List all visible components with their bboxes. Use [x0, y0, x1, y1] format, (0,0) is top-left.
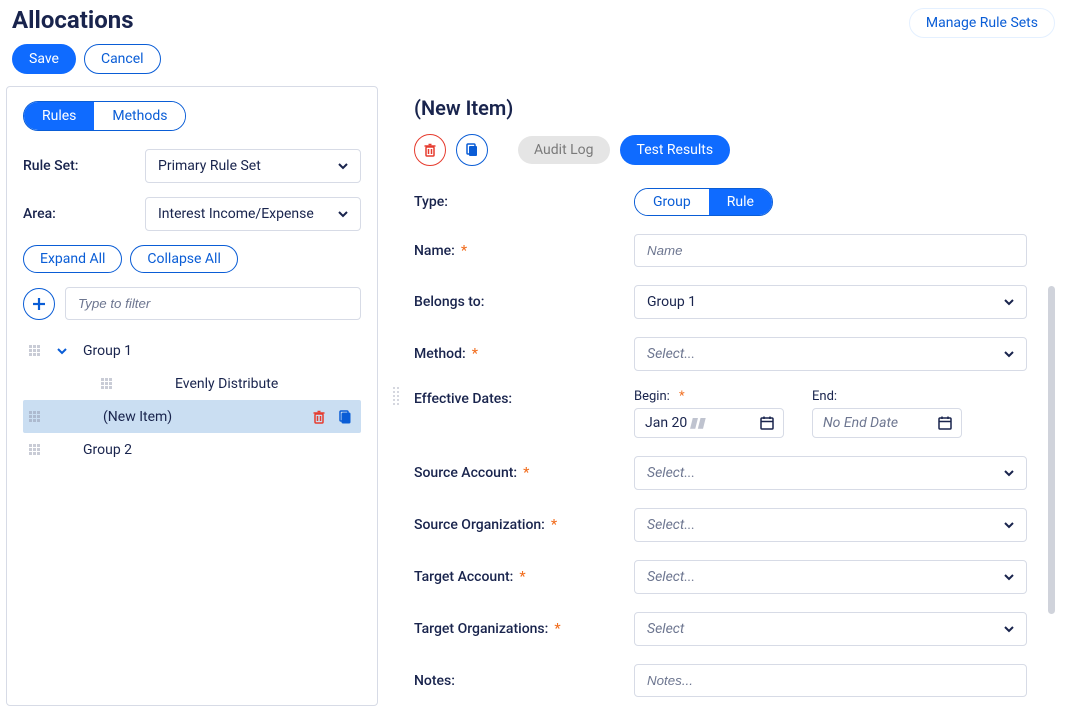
name-label: Name:* [414, 243, 634, 259]
belongs-to-select[interactable]: Group 1 [634, 285, 1027, 319]
detail-title: (New Item) [414, 96, 1067, 120]
chevron-down-icon [1002, 295, 1016, 309]
target-organizations-select[interactable]: Select [634, 612, 1027, 646]
calendar-icon [937, 415, 953, 431]
select-placeholder: Select... [647, 517, 695, 533]
scrollbar[interactable] [1048, 286, 1055, 614]
source-organization-select[interactable]: Select... [634, 508, 1027, 542]
area-value: Interest Income/Expense [158, 206, 314, 222]
required-marker: * [551, 517, 557, 533]
tree-label: Group 2 [83, 442, 132, 458]
chevron-down-icon [1002, 622, 1016, 636]
type-toggle: Group Rule [634, 188, 773, 216]
notes-input[interactable] [634, 664, 1027, 697]
rule-set-select[interactable]: Primary Rule Set [145, 149, 361, 183]
chevron-down-icon [1002, 518, 1016, 532]
collapse-toggle[interactable] [53, 345, 71, 357]
required-marker: * [554, 621, 560, 637]
target-organizations-label: Target Organizations:* [414, 621, 634, 637]
target-account-label: Target Account:* [414, 569, 634, 585]
tree-row-group2[interactable]: Group 2 [23, 433, 361, 466]
drag-handle-icon[interactable] [29, 345, 43, 356]
begin-date-value: Jan 20 [645, 415, 687, 431]
tree-row-evenly[interactable]: Evenly Distribute [23, 367, 361, 400]
target-account-select[interactable]: Select... [634, 560, 1027, 594]
end-date-placeholder: No End Date [823, 415, 898, 431]
chevron-down-icon [336, 207, 350, 221]
type-rule-option[interactable]: Rule [709, 189, 772, 215]
rule-set-value: Primary Rule Set [158, 158, 261, 174]
required-marker: * [472, 346, 478, 362]
tab-rules[interactable]: Rules [24, 102, 94, 130]
panel-splitter[interactable] [392, 86, 400, 706]
belongs-to-value: Group 1 [647, 294, 696, 310]
effective-dates-label: Effective Dates: [414, 389, 634, 407]
splitter-handle-icon [393, 387, 399, 405]
notes-label: Notes: [414, 673, 634, 689]
copy-button[interactable] [456, 134, 488, 166]
type-group-option[interactable]: Group [635, 189, 709, 215]
source-account-select[interactable]: Select... [634, 456, 1027, 490]
tree-label: Evenly Distribute [175, 376, 278, 392]
masked-chars: ▮▮ [689, 415, 704, 431]
trash-icon [422, 142, 438, 158]
end-date-input[interactable]: No End Date [812, 408, 962, 438]
type-label: Type: [414, 194, 634, 210]
add-rule-button[interactable] [23, 288, 55, 320]
audit-log-button[interactable]: Audit Log [518, 136, 610, 164]
tab-methods[interactable]: Methods [94, 102, 185, 130]
area-select[interactable]: Interest Income/Expense [145, 197, 361, 231]
chevron-down-icon [1002, 570, 1016, 584]
rule-tree: Group 1 Evenly Distribute (New Item) [23, 334, 361, 466]
copy-icon[interactable] [337, 409, 353, 425]
area-label: Area: [23, 206, 133, 222]
select-placeholder: Select [647, 621, 684, 637]
test-results-button[interactable]: Test Results [620, 135, 731, 165]
belongs-to-label: Belongs to: [414, 294, 634, 310]
collapse-all-button[interactable]: Collapse All [130, 245, 237, 273]
tree-row-group1[interactable]: Group 1 [23, 334, 361, 367]
chevron-down-icon [56, 345, 68, 357]
filter-input[interactable] [65, 287, 361, 320]
select-placeholder: Select... [647, 465, 695, 481]
method-placeholder: Select... [647, 346, 695, 362]
required-marker: * [676, 389, 685, 404]
drag-handle-icon[interactable] [29, 411, 43, 422]
source-account-label: Source Account:* [414, 465, 634, 481]
chevron-down-icon [1002, 347, 1016, 361]
delete-button[interactable] [414, 134, 446, 166]
chevron-down-icon [1002, 466, 1016, 480]
source-organization-label: Source Organization:* [414, 517, 634, 533]
begin-label: Begin: * [634, 389, 784, 404]
left-panel: Rules Methods Rule Set: Primary Rule Set… [6, 86, 378, 706]
right-panel: (New Item) Audit Log Test Results Type: … [414, 86, 1067, 706]
chevron-down-icon [336, 159, 350, 173]
copy-icon [464, 142, 480, 158]
trash-icon[interactable] [311, 409, 327, 425]
tree-row-new-item[interactable]: (New Item) [23, 400, 361, 433]
method-label: Method:* [414, 346, 634, 362]
rules-methods-toggle: Rules Methods [23, 101, 186, 131]
tree-label: Group 1 [83, 343, 132, 359]
required-marker: * [523, 465, 529, 481]
rule-set-label: Rule Set: [23, 158, 133, 174]
page-title: Allocations [12, 6, 134, 34]
expand-all-button[interactable]: Expand All [23, 245, 122, 273]
plus-icon [31, 296, 47, 312]
save-button[interactable]: Save [12, 44, 76, 74]
drag-handle-icon[interactable] [29, 444, 43, 455]
cancel-button[interactable]: Cancel [84, 44, 161, 74]
select-placeholder: Select... [647, 569, 695, 585]
method-select[interactable]: Select... [634, 337, 1027, 371]
required-marker: * [519, 569, 525, 585]
required-marker: * [461, 243, 467, 259]
end-label: End: [812, 389, 962, 404]
begin-date-input[interactable]: Jan 20▮▮ [634, 408, 784, 438]
calendar-icon [759, 415, 775, 431]
drag-handle-icon[interactable] [101, 378, 115, 389]
tree-label: (New Item) [103, 409, 172, 425]
manage-rule-sets-button[interactable]: Manage Rule Sets [909, 8, 1055, 38]
name-input[interactable] [634, 234, 1027, 267]
